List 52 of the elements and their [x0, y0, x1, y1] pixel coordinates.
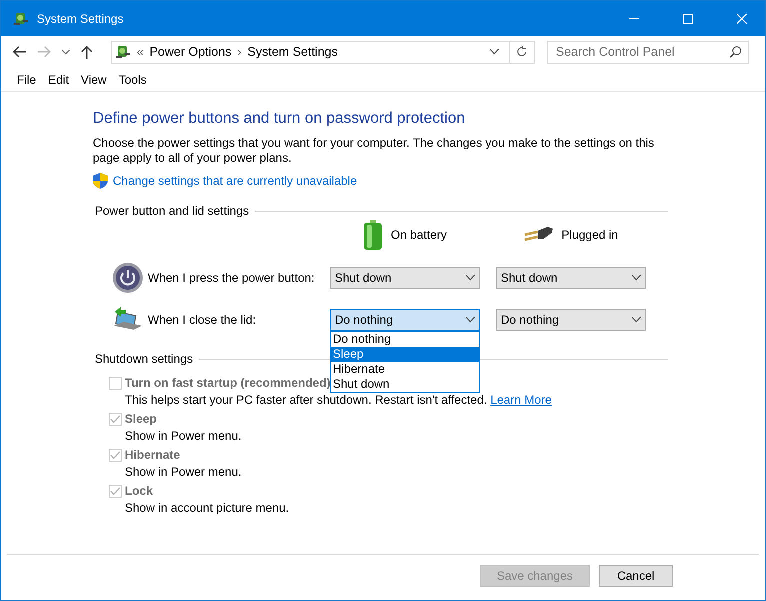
- page-heading: Define power buttons and turn on password protection: [93, 110, 466, 128]
- description-text: Choose the power settings that you want for your computer. The changes you make to the settings on this page apply to all of your power plans.: [93, 136, 656, 166]
- menu-item[interactable]: Tools: [112, 72, 153, 86]
- breadcrumb[interactable]: System Settings: [248, 45, 338, 59]
- chevron-down-icon: [632, 317, 641, 323]
- option-description: This helps start your PC faster after shutdown. Restart isn't affected. Learn More: [124, 393, 553, 407]
- action-dropdown[interactable]: Shut down: [330, 267, 480, 289]
- option-description: Show in Power menu.: [124, 429, 243, 443]
- arrow-left-icon: [12, 46, 26, 58]
- power-icon: [112, 262, 144, 294]
- cancel-button[interactable]: Cancel: [599, 564, 673, 586]
- battery-icon: [362, 220, 383, 250]
- chevron-down-icon: [62, 50, 70, 54]
- window-title: System Settings: [37, 12, 125, 26]
- chevron-down-icon: [466, 275, 475, 281]
- address-bar[interactable]: « Power Options › System Settings: [111, 40, 535, 64]
- control-panel-icon: [115, 44, 131, 60]
- change-settings-link[interactable]: Change settings that are currently unavailable: [113, 174, 358, 188]
- overflow-chevron[interactable]: «: [137, 45, 144, 59]
- search-field[interactable]: Search Control Panel: [547, 40, 749, 64]
- section-title: Power button and lid settings: [95, 204, 250, 218]
- breadcrumb[interactable]: Power Options: [150, 45, 232, 59]
- chevron-down-icon: [466, 317, 475, 323]
- option-description: Show in account picture menu.: [124, 501, 290, 515]
- maximize-icon: [683, 14, 693, 24]
- arrow-right-icon: [38, 46, 52, 58]
- action-dropdown[interactable]: Shut down: [496, 267, 646, 289]
- breadcrumb-separator: ›: [238, 45, 242, 59]
- option-description: Show in Power menu.: [124, 465, 243, 479]
- action-dropdown[interactable]: Do nothing: [330, 309, 480, 331]
- refresh-icon: [516, 46, 528, 58]
- checkbox-label: Hibernate: [125, 448, 180, 462]
- shield-icon: [93, 173, 108, 189]
- close-icon: [737, 14, 747, 24]
- column-header: Plugged in: [562, 228, 618, 242]
- arrow-up-icon: [81, 45, 93, 59]
- dropdown-option[interactable]: Sleep: [331, 347, 479, 362]
- menu-item[interactable]: File: [11, 72, 42, 86]
- checkbox-label: Turn on fast startup (recommended): [125, 376, 331, 390]
- column-header: On battery: [390, 228, 448, 242]
- setting-label: When I close the lid:: [148, 313, 258, 327]
- setting-label: When I press the power button:: [148, 271, 316, 285]
- menu-item[interactable]: Edit: [42, 72, 76, 86]
- menu-item[interactable]: View: [75, 72, 113, 86]
- control-panel-icon: [13, 10, 29, 26]
- chevron-down-icon[interactable]: [490, 49, 499, 55]
- action-dropdown[interactable]: Do nothing: [496, 309, 646, 331]
- checkbox-label: Lock: [125, 484, 154, 498]
- search-icon: [730, 46, 742, 58]
- checkbox-label: Sleep: [125, 412, 158, 426]
- chevron-down-icon: [632, 275, 641, 281]
- section-title: Shutdown settings: [95, 352, 194, 366]
